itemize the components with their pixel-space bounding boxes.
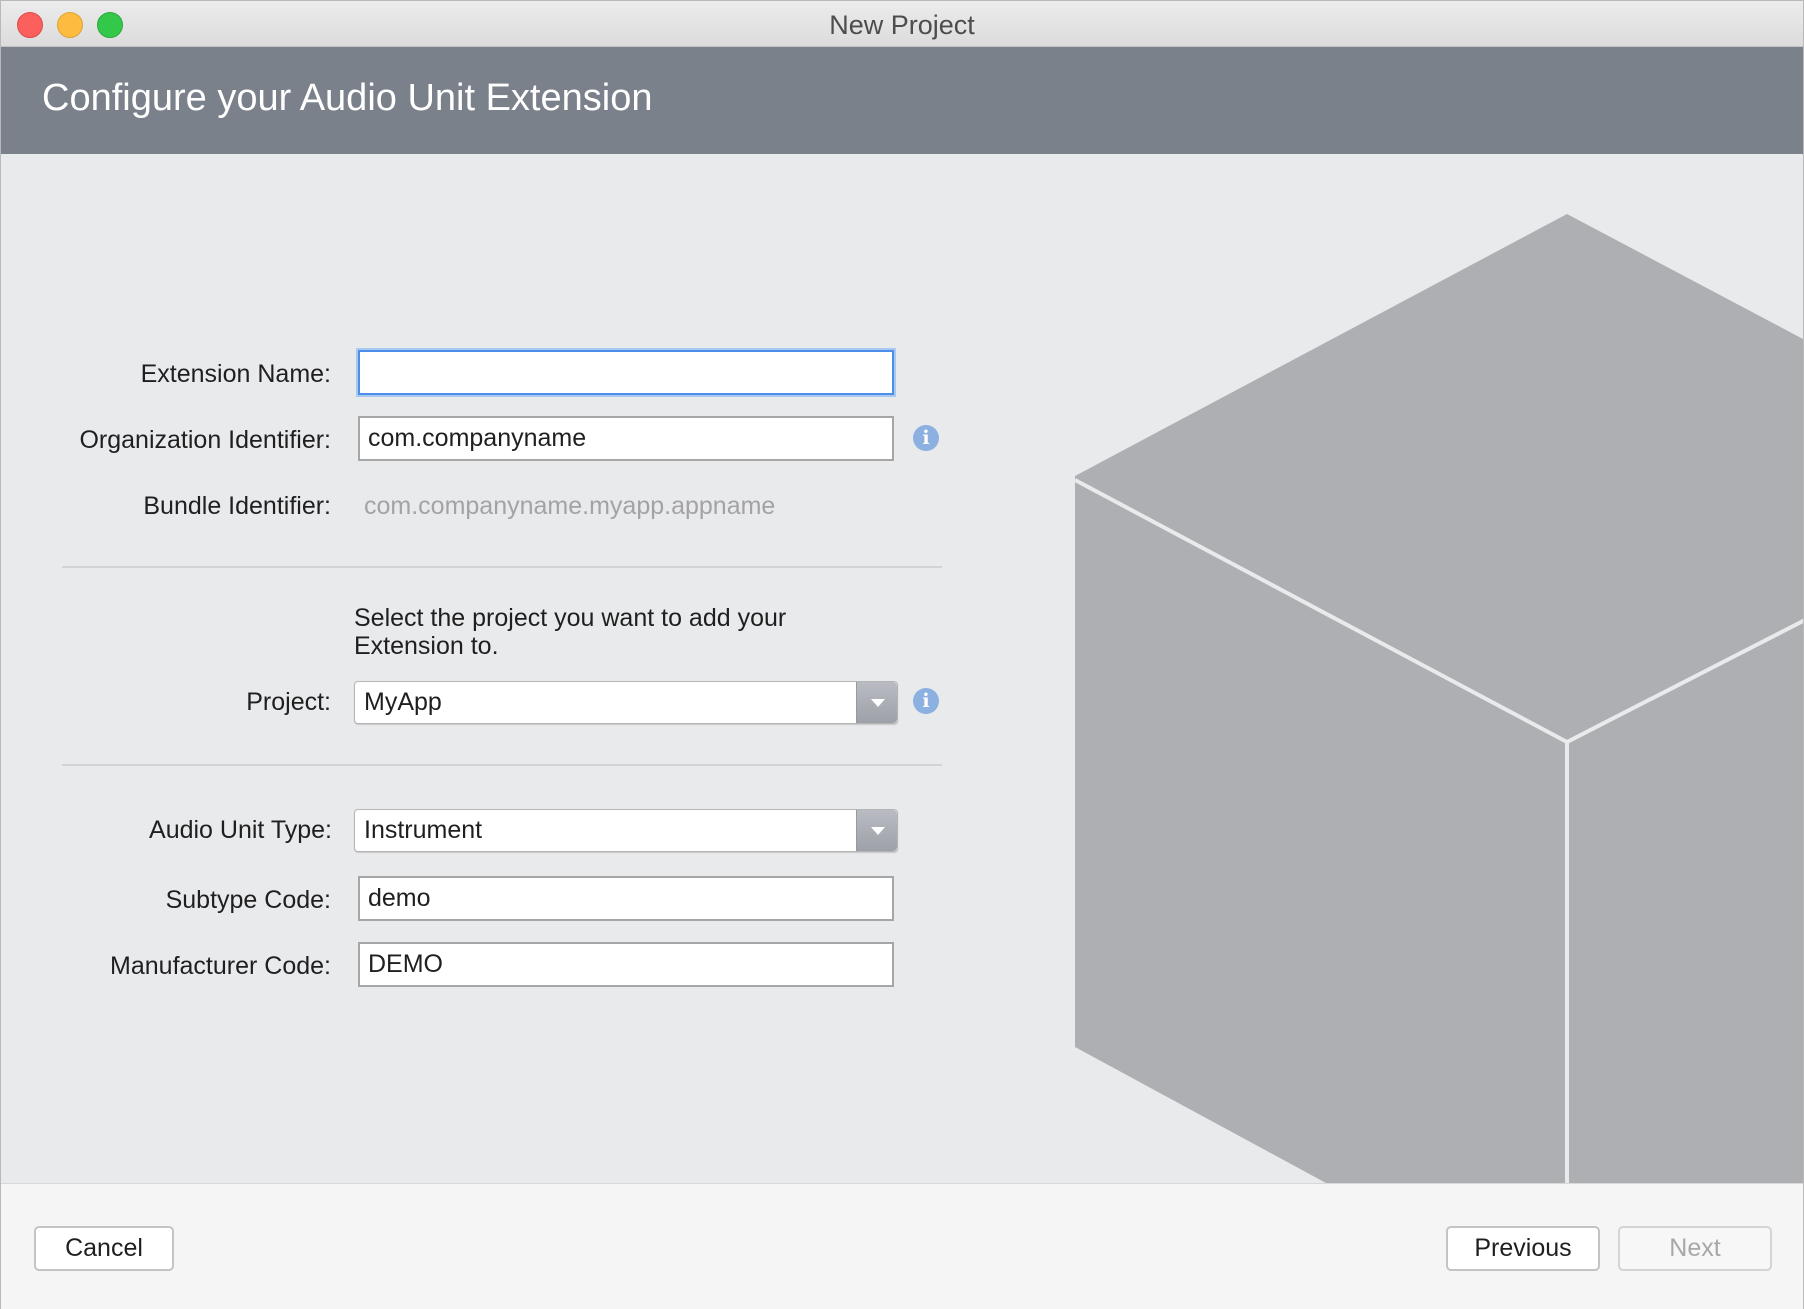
header-banner: Configure your Audio Unit Extension: [1, 47, 1803, 154]
bundle-identifier-value: com.companyname.myapp.appname: [364, 492, 776, 520]
bundle-identifier-label: Bundle Identifier:: [143, 492, 331, 520]
new-project-window: New Project Configure your Audio Unit Ex…: [0, 0, 1804, 1309]
extension-name-label: Extension Name:: [140, 360, 331, 388]
project-hint-text: Select the project you want to add your …: [354, 604, 787, 660]
manufacturer-code-input[interactable]: [358, 942, 894, 987]
audio-unit-type-select[interactable]: Instrument: [354, 809, 898, 852]
subtype-code-label: Subtype Code:: [165, 886, 331, 914]
previous-button[interactable]: Previous: [1446, 1226, 1600, 1271]
chevron-down-icon[interactable]: [856, 682, 897, 723]
next-button[interactable]: Next: [1618, 1226, 1772, 1271]
project-select-value: MyApp: [364, 688, 442, 716]
chevron-down-icon[interactable]: [856, 810, 897, 851]
configure-form-area: Extension Name: Organization Identifier:…: [1, 154, 1803, 1183]
cube-illustration: [1074, 214, 1803, 1183]
organization-identifier-label: Organization Identifier:: [79, 426, 331, 454]
organization-identifier-input[interactable]: [358, 416, 894, 461]
title-bar: New Project: [1, 1, 1803, 47]
section-divider: [62, 566, 942, 568]
manufacturer-code-label: Manufacturer Code:: [110, 952, 331, 980]
audio-unit-type-select-value: Instrument: [364, 816, 483, 844]
window-title: New Project: [829, 10, 975, 40]
footer-bar: Cancel Previous Next: [1, 1183, 1803, 1309]
audio-unit-type-label: Audio Unit Type:: [149, 816, 332, 844]
project-info-icon[interactable]: i: [913, 688, 939, 714]
project-label: Project:: [246, 688, 331, 716]
section-divider: [62, 764, 942, 766]
project-select[interactable]: MyApp: [354, 681, 898, 724]
page-title: Configure your Audio Unit Extension: [42, 77, 653, 119]
cancel-button[interactable]: Cancel: [34, 1226, 174, 1271]
organization-info-icon[interactable]: i: [913, 425, 939, 451]
extension-name-input[interactable]: [358, 350, 894, 395]
subtype-code-input[interactable]: [358, 876, 894, 921]
